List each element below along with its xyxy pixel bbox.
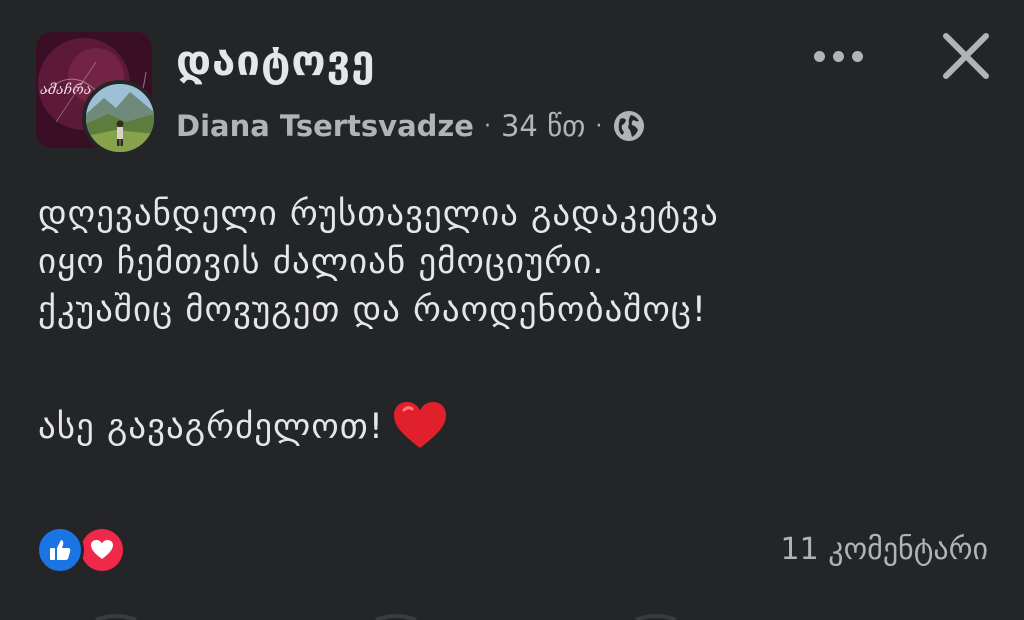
heart-emoji xyxy=(392,400,448,450)
action-bar-edge xyxy=(36,600,988,620)
like-reaction-icon xyxy=(36,526,84,574)
love-reaction-icon xyxy=(78,526,126,574)
close-icon[interactable] xyxy=(938,28,994,84)
dot xyxy=(832,50,844,62)
post-card: ამაჩრა დაიტოვე Diana Tsertsvadze · 34 წთ… xyxy=(0,0,1024,620)
globe-icon xyxy=(612,109,646,143)
group-name[interactable]: დაიტოვე xyxy=(176,36,376,85)
post-text-line: ქკუაშიც მოვუგეთ და რაოდენობაშოც! xyxy=(38,290,707,330)
user-avatar[interactable] xyxy=(82,80,158,156)
meta-separator: · xyxy=(483,113,491,139)
post-closing-line: ასე გავაგრძელოთ! xyxy=(38,400,998,451)
post-meta: Diana Tsertsvadze · 34 წთ · xyxy=(176,106,646,146)
post-text: დღევანდელი რუსთაველია გადაკეტვა იყო ჩემთ… xyxy=(38,190,998,451)
more-options-icon[interactable] xyxy=(806,36,870,76)
closing-text: ასე გავაგრძელოთ! xyxy=(38,407,384,447)
author-name[interactable]: Diana Tsertsvadze xyxy=(176,109,474,143)
post-text-line: დღევანდელი რუსთაველია გადაკეტვა xyxy=(38,194,719,234)
reactions-summary[interactable] xyxy=(36,526,136,574)
dot xyxy=(851,50,863,62)
user-avatar-image xyxy=(86,84,154,152)
comments-count[interactable]: 11 კომენტარი xyxy=(781,532,988,567)
dot xyxy=(813,50,825,62)
post-text-line: იყო ჩემთვის ძალიან ემოციური. xyxy=(38,242,605,282)
meta-separator: · xyxy=(595,113,603,139)
group-avatar-text: ამაჩრა xyxy=(40,81,91,98)
post-time[interactable]: 34 წთ xyxy=(501,109,585,143)
